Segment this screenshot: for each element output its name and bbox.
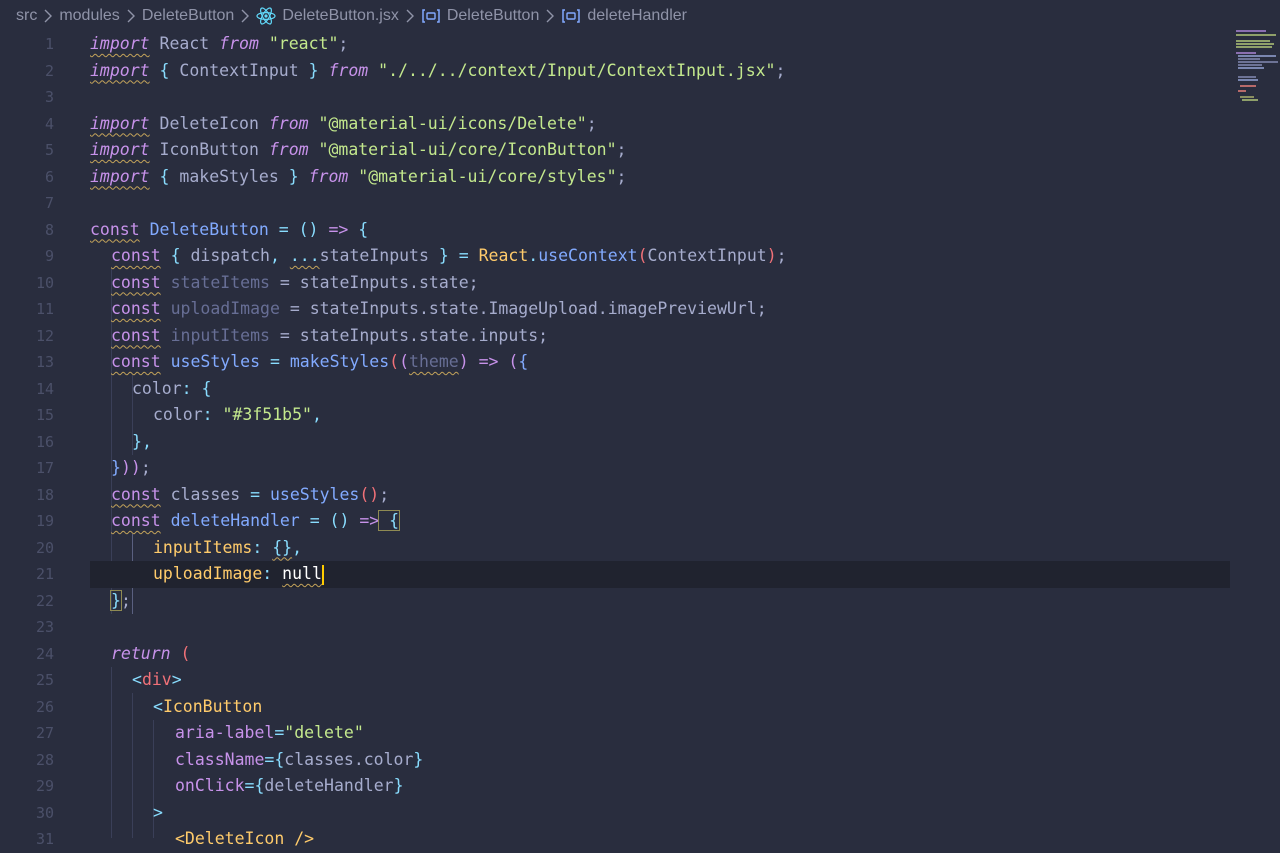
code-line[interactable]: 6 import { makeStyles } from "@material-… — [0, 164, 1232, 191]
breadcrumb-item-folder[interactable]: DeleteButton — [142, 7, 235, 25]
code-line[interactable]: 16 }, — [0, 429, 1232, 456]
code-line[interactable]: 8 const DeleteButton = () => { — [0, 217, 1232, 244]
code-line[interactable]: 14 color: { — [0, 376, 1232, 403]
code-line[interactable]: 30 > — [0, 800, 1232, 827]
code-editor[interactable]: 1 import React from "react"; 2 import { … — [0, 31, 1280, 848]
chevron-right-icon — [43, 9, 53, 23]
code-line[interactable]: 5 import IconButton from "@material-ui/c… — [0, 137, 1232, 164]
chevron-right-icon — [240, 9, 250, 23]
chevron-right-icon — [126, 9, 136, 23]
symbol-variable-icon — [421, 8, 441, 24]
code-line[interactable]: 9 const { dispatch, ...stateInputs } = R… — [0, 243, 1232, 270]
code-line[interactable]: 12 const inputItems = stateInputs.state.… — [0, 323, 1232, 350]
breadcrumb-item-src[interactable]: src — [16, 7, 37, 25]
code-line[interactable]: 1 import React from "react"; — [0, 31, 1232, 58]
code-line[interactable]: 22 }; — [0, 588, 1232, 615]
code-line[interactable]: 25 <div> — [0, 667, 1232, 694]
breadcrumb-item-modules[interactable]: modules — [59, 7, 119, 25]
breadcrumb-item-file[interactable]: DeleteButton.jsx — [256, 7, 399, 25]
symbol-variable-icon — [561, 8, 581, 24]
code-line[interactable]: 13 const useStyles = makeStyles((theme) … — [0, 349, 1232, 376]
code-line[interactable]: 11 const uploadImage = stateInputs.state… — [0, 296, 1232, 323]
code-line[interactable]: 15 color: "#3f51b5", — [0, 402, 1232, 429]
code-line[interactable]: 23 — [0, 614, 1232, 641]
code-line[interactable]: 7 — [0, 190, 1232, 217]
breadcrumb-item-symbol-deletebutton[interactable]: DeleteButton — [421, 7, 539, 25]
code-line[interactable]: 31 <DeleteIcon /> — [0, 826, 1232, 853]
code-line[interactable]: 10 const stateItems = stateInputs.state; — [0, 270, 1232, 297]
code-line[interactable]: 27 aria-label="delete" — [0, 720, 1232, 747]
chevron-right-icon — [405, 9, 415, 23]
code-line[interactable]: 18 const classes = useStyles(); — [0, 482, 1232, 509]
code-line[interactable]: 3 — [0, 84, 1232, 111]
breadcrumb-item-symbol-deletehandler[interactable]: deleteHandler — [561, 7, 687, 25]
code-line[interactable]: 29 onClick={deleteHandler} — [0, 773, 1232, 800]
code-line[interactable]: 2 import { ContextInput } from "./../../… — [0, 58, 1232, 85]
chevron-right-icon — [545, 9, 555, 23]
code-line[interactable]: 24 return ( — [0, 641, 1232, 668]
code-line[interactable]: 28 className={classes.color} — [0, 747, 1232, 774]
text-cursor — [321, 564, 324, 585]
code-line[interactable]: 19 const deleteHandler = () => { — [0, 508, 1232, 535]
code-line[interactable]: 4 import DeleteIcon from "@material-ui/i… — [0, 111, 1232, 138]
code-line[interactable]: 20 inputItems: {}, — [0, 535, 1232, 562]
code-line-current[interactable]: 21 uploadImage: null — [36, 561, 1230, 588]
code-line[interactable]: 17 })); — [0, 455, 1232, 482]
breadcrumb: src modules DeleteButton DeleteButton.js… — [0, 0, 1280, 32]
code-line[interactable]: 26 <IconButton — [0, 694, 1232, 721]
react-icon — [256, 7, 276, 25]
